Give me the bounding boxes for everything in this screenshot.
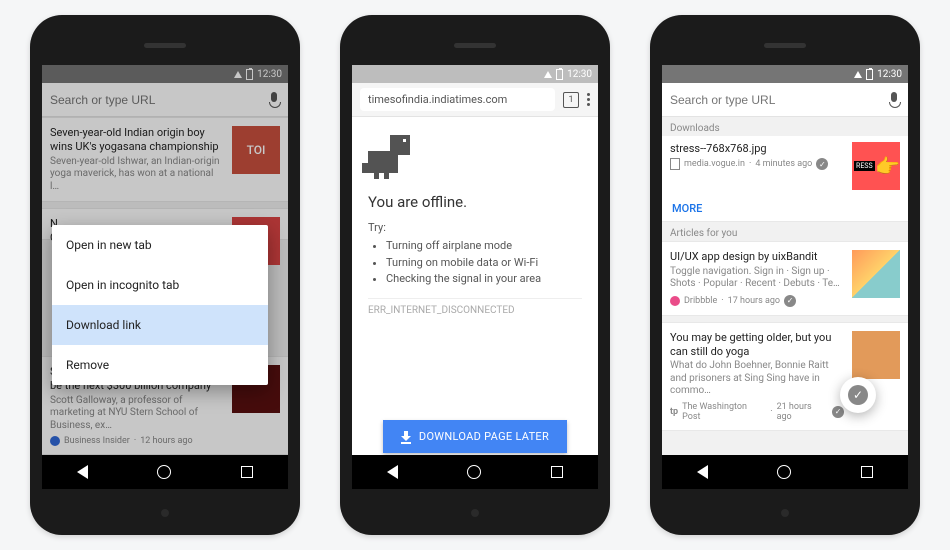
article-source: Business Insider [64, 436, 130, 446]
status-bar: 12:30 [662, 65, 908, 83]
offline-available-icon: ✓ [832, 406, 844, 418]
error-code: ERR_INTERNET_DISCONNECTED [368, 298, 582, 316]
signal-icon [854, 71, 862, 78]
battery-icon [866, 69, 873, 80]
menu-item-remove[interactable]: Remove [52, 345, 268, 385]
nav-back-icon[interactable] [387, 465, 398, 479]
download-thumb: RESS👉 [852, 142, 900, 190]
button-label: DOWNLOAD PAGE LATER [419, 430, 549, 443]
download-icon [401, 431, 411, 443]
offline-tip: Turning off airplane mode [386, 238, 582, 255]
battery-icon [556, 69, 563, 80]
article-thumb: TOI [232, 126, 280, 174]
download-item[interactable]: stress--768x768.jpg media.vogue.in · 4 m… [662, 136, 908, 196]
offline-tip: Checking the signal in your area [386, 271, 582, 288]
tabs-icon[interactable]: 1 [563, 92, 579, 108]
article-desc: Scott Galloway, a professor of marketing… [50, 395, 224, 433]
screen-1: 12:30 Seven-year-old Indian origin boy w… [42, 65, 288, 489]
download-time: 4 minutes ago [755, 159, 812, 169]
file-icon [670, 158, 680, 170]
article-title: UI/UX app design by uixBandit [670, 250, 844, 264]
nav-recent-icon[interactable] [551, 466, 563, 478]
omnibox[interactable] [662, 83, 908, 117]
phone-frame-3: 12:30 Downloads stress--768x768.jpg medi… [650, 15, 920, 535]
article-desc: What do John Boehner, Bonnie Raitt and p… [670, 360, 844, 398]
phone-home-dot [471, 509, 479, 517]
nav-home-icon[interactable] [157, 465, 171, 479]
overflow-menu-icon[interactable] [587, 93, 590, 106]
article-thumb [852, 331, 900, 379]
download-page-later-button[interactable]: DOWNLOAD PAGE LATER [383, 420, 567, 453]
menu-item-open-incognito[interactable]: Open in incognito tab [52, 265, 268, 305]
android-navbar [662, 455, 908, 489]
phone-frame-2: 12:30 timesofindia.indiatimes.com 1 You … [340, 15, 610, 535]
offline-available-icon: ✓ [784, 295, 796, 307]
phone-frame-1: 12:30 Seven-year-old Indian origin boy w… [30, 15, 300, 535]
nav-back-icon[interactable] [697, 465, 708, 479]
ntp-feed: Downloads stress--768x768.jpg media.vogu… [662, 117, 908, 489]
screen-3: 12:30 Downloads stress--768x768.jpg medi… [662, 65, 908, 489]
omnibox: timesofindia.indiatimes.com 1 [352, 83, 598, 117]
try-label: Try: [368, 221, 582, 234]
mic-icon[interactable] [268, 92, 280, 108]
nav-back-icon[interactable] [77, 465, 88, 479]
mic-icon[interactable] [888, 92, 900, 108]
source-icon [670, 296, 680, 306]
phone-home-dot [161, 509, 169, 517]
source-icon [50, 436, 60, 446]
phone-home-dot [781, 509, 789, 517]
article-source: The Washington Post [682, 402, 766, 422]
offline-available-icon: ✓ [816, 158, 828, 170]
status-time: 12:30 [877, 69, 902, 80]
status-bar: 12:30 [42, 65, 288, 83]
menu-item-open-new-tab[interactable]: Open in new tab [52, 225, 268, 265]
article-card[interactable]: UI/UX app design by uixBandit Toggle nav… [662, 241, 908, 316]
offline-heading: You are offline. [368, 193, 582, 211]
offline-tips: Turning off airplane mode Turning on mob… [386, 238, 582, 288]
context-menu: Open in new tab Open in incognito tab Do… [52, 225, 268, 385]
status-time: 12:30 [257, 69, 282, 80]
offline-tip: Turning on mobile data or Wi-Fi [386, 255, 582, 272]
menu-item-download-link[interactable]: Download link [52, 305, 268, 345]
phone-speaker [764, 43, 806, 48]
article-time: 12 hours ago [140, 436, 192, 446]
nav-home-icon[interactable] [467, 465, 481, 479]
article-card[interactable]: Seven-year-old Indian origin boy wins UK… [42, 117, 288, 202]
article-desc: Toggle navigation. Sign in · Sign up · S… [670, 266, 844, 291]
url-display[interactable]: timesofindia.indiatimes.com [360, 88, 555, 111]
article-card[interactable]: You may be getting older, but you can st… [662, 322, 908, 431]
article-source: Dribbble [684, 296, 717, 306]
phone-speaker [454, 43, 496, 48]
phone-speaker [144, 43, 186, 48]
dino-icon[interactable] [368, 135, 410, 179]
download-filename: stress--768x768.jpg [670, 142, 844, 155]
download-host: media.vogue.in [684, 159, 745, 169]
signal-icon [234, 71, 242, 78]
android-navbar [42, 455, 288, 489]
offline-page: You are offline. Try: Turning off airpla… [352, 117, 598, 471]
source-icon: tp [670, 407, 678, 417]
article-thumb [852, 250, 900, 298]
article-time: 17 hours ago [728, 296, 780, 306]
article-desc: Seven-year-old Ishwar, an Indian-origin … [50, 156, 224, 194]
more-link[interactable]: MORE [662, 196, 908, 222]
screen-2: 12:30 timesofindia.indiatimes.com 1 You … [352, 65, 598, 489]
offline-badge-callout: ✓ [840, 377, 876, 413]
article-time: 21 hours ago [777, 402, 829, 422]
android-navbar [352, 455, 598, 489]
battery-icon [246, 69, 253, 80]
status-bar: 12:30 [352, 65, 598, 83]
status-time: 12:30 [567, 69, 592, 80]
omnibox-input[interactable] [670, 93, 880, 107]
article-title: You may be getting older, but you can st… [670, 331, 844, 359]
omnibox[interactable] [42, 83, 288, 117]
section-articles: Articles for you [662, 222, 908, 241]
nav-recent-icon[interactable] [861, 466, 873, 478]
omnibox-input[interactable] [50, 93, 260, 107]
article-title: Seven-year-old Indian origin boy wins UK… [50, 126, 224, 154]
nav-home-icon[interactable] [777, 465, 791, 479]
nav-recent-icon[interactable] [241, 466, 253, 478]
section-downloads: Downloads [662, 117, 908, 136]
signal-icon [544, 71, 552, 78]
